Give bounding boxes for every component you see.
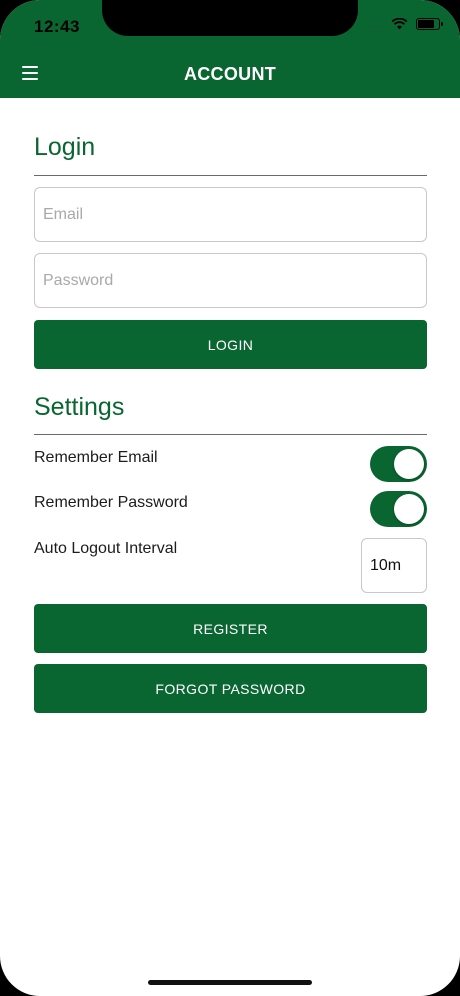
- settings-section-title: Settings: [34, 393, 125, 421]
- toggle-knob: [394, 494, 424, 524]
- wifi-icon: [391, 18, 408, 30]
- toggle-knob: [394, 449, 424, 479]
- settings-divider: [34, 434, 427, 435]
- app-header: 12:43 .... ACCOUNT: [0, 0, 460, 98]
- register-button[interactable]: REGISTER: [34, 604, 427, 653]
- auto-logout-field[interactable]: [361, 538, 427, 593]
- status-time: 12:43: [34, 17, 80, 36]
- login-section-title: Login: [34, 133, 96, 161]
- auto-logout-input[interactable]: [362, 539, 426, 592]
- login-divider: [34, 175, 427, 176]
- password-input[interactable]: [35, 254, 426, 307]
- password-field[interactable]: [34, 253, 427, 308]
- page-title: ACCOUNT: [183, 64, 277, 84]
- email-field[interactable]: [34, 187, 427, 242]
- remember-password-toggle[interactable]: [370, 491, 427, 527]
- forgot-password-button[interactable]: FORGOT PASSWORD: [34, 664, 427, 713]
- remember-email-label: Remember Email: [34, 449, 158, 466]
- email-input[interactable]: [35, 188, 426, 241]
- remember-email-toggle[interactable]: [370, 446, 427, 482]
- battery-level: [418, 20, 434, 28]
- remember-password-label: Remember Password: [34, 494, 188, 511]
- signal-icon: ....: [370, 19, 383, 29]
- login-button[interactable]: LOGIN: [34, 320, 427, 369]
- battery-icon: [416, 18, 443, 30]
- phone-screen: 12:43 .... ACCOUNT Login LOGIN Settings …: [0, 0, 460, 996]
- home-indicator[interactable]: [148, 980, 312, 985]
- device-notch: [102, 0, 358, 36]
- status-icons: ....: [370, 18, 443, 30]
- auto-logout-label: Auto Logout Interval: [34, 540, 178, 557]
